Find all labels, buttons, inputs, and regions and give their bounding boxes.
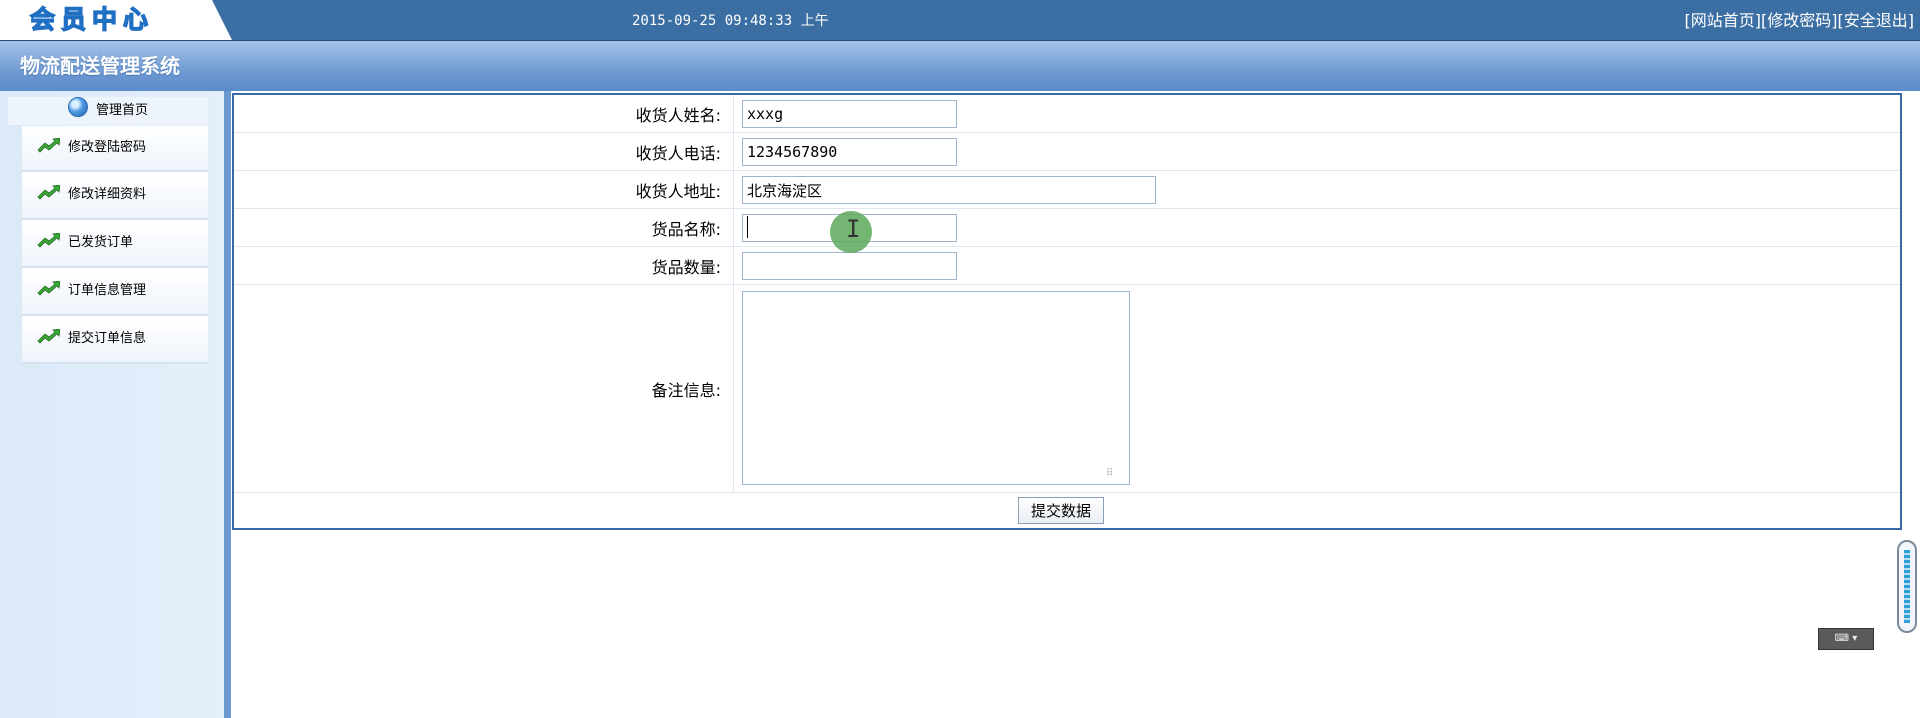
- recipient-address-label: 收货人地址:: [234, 171, 734, 208]
- goods-quantity-label: 货品数量:: [234, 247, 734, 284]
- sidebar-item-label: 修改登陆密码: [68, 140, 147, 155]
- sidebar-menu: 修改登陆密码 修改详细资料 已发货订单 订单信息管理 提交订单信息: [22, 126, 208, 364]
- scroll-level-bar: [1904, 550, 1910, 623]
- green-arrow-icon: [37, 185, 60, 200]
- notes-label: 备注信息:: [234, 285, 734, 492]
- sidebar-divider: [224, 91, 231, 718]
- recipient-name-input[interactable]: [742, 100, 957, 128]
- text-caret: [747, 216, 748, 238]
- recipient-address-input[interactable]: [742, 176, 1156, 204]
- recipient-name-label: 收货人姓名:: [234, 95, 734, 132]
- form-row-goods-name: 货品名称:: [234, 209, 1900, 247]
- system-title: 物流配送管理系统: [20, 54, 180, 78]
- resize-grip-icon[interactable]: ⠿: [1106, 469, 1122, 483]
- sidebar-header-label: 管理首页: [95, 103, 148, 118]
- site-home-link[interactable]: [网站首页]: [1685, 11, 1762, 30]
- sidebar-item-label: 已发货订单: [68, 235, 134, 250]
- sidebar-item-edit-profile[interactable]: 修改详细资料: [22, 172, 208, 220]
- green-arrow-icon: [37, 329, 60, 344]
- sidebar-item-label: 提交订单信息: [68, 331, 147, 346]
- input-method-icon[interactable]: ⌨ ▾: [1818, 628, 1874, 650]
- change-password-link[interactable]: [修改密码]: [1761, 11, 1838, 30]
- sidebar-item-order-management[interactable]: 订单信息管理: [22, 268, 208, 316]
- goods-name-label: 货品名称:: [234, 209, 734, 246]
- recipient-phone-input[interactable]: [742, 138, 957, 166]
- text-cursor-icon: I: [846, 215, 861, 243]
- goods-quantity-input[interactable]: [742, 252, 957, 280]
- form-row-recipient-address: 收货人地址:: [234, 171, 1900, 209]
- order-form: 收货人姓名: 收货人电话: 收货人地址: 货品名称: 货品数量: 备注信息: ⠿…: [232, 93, 1902, 530]
- green-arrow-icon: [37, 233, 60, 248]
- green-arrow-icon: [37, 281, 60, 296]
- form-row-goods-quantity: 货品数量:: [234, 247, 1900, 285]
- notes-textarea[interactable]: [742, 291, 1130, 485]
- sidebar: 管理首页 修改登陆密码 修改详细资料 已发货订单 订单信息管理 提交订单信息: [0, 91, 224, 718]
- form-row-submit: 提交数据: [234, 493, 1900, 528]
- submit-data-button[interactable]: 提交数据: [1018, 497, 1105, 524]
- logo: 会员中心: [29, 4, 155, 34]
- recipient-phone-label: 收货人电话:: [234, 133, 734, 170]
- top-bar: 会员中心 2015-09-25 09:48:33 上午 [网站首页][修改密码]…: [0, 0, 1920, 41]
- form-row-recipient-name: 收货人姓名:: [234, 95, 1900, 133]
- form-row-recipient-phone: 收货人电话:: [234, 133, 1900, 171]
- logo-area: 会员中心: [0, 0, 232, 40]
- logout-link[interactable]: [安全退出]: [1838, 11, 1915, 30]
- scroll-widget[interactable]: [1897, 540, 1917, 633]
- globe-icon: [67, 97, 88, 117]
- sidebar-item-label: 订单信息管理: [68, 283, 147, 298]
- sidebar-item-label: 修改详细资料: [68, 187, 147, 202]
- sidebar-item-change-login-password[interactable]: 修改登陆密码: [22, 126, 208, 172]
- datetime-display: 2015-09-25 09:48:33 上午: [632, 13, 829, 29]
- sidebar-item-submit-order[interactable]: 提交订单信息: [22, 316, 208, 364]
- top-links: [网站首页][修改密码][安全退出]: [1685, 0, 1915, 40]
- form-row-notes: 备注信息: ⠿: [234, 285, 1900, 493]
- green-arrow-icon: [37, 138, 60, 153]
- sidebar-header[interactable]: 管理首页: [8, 97, 208, 125]
- sub-header: 物流配送管理系统: [0, 41, 1920, 91]
- sidebar-item-shipped-orders[interactable]: 已发货订单: [22, 220, 208, 268]
